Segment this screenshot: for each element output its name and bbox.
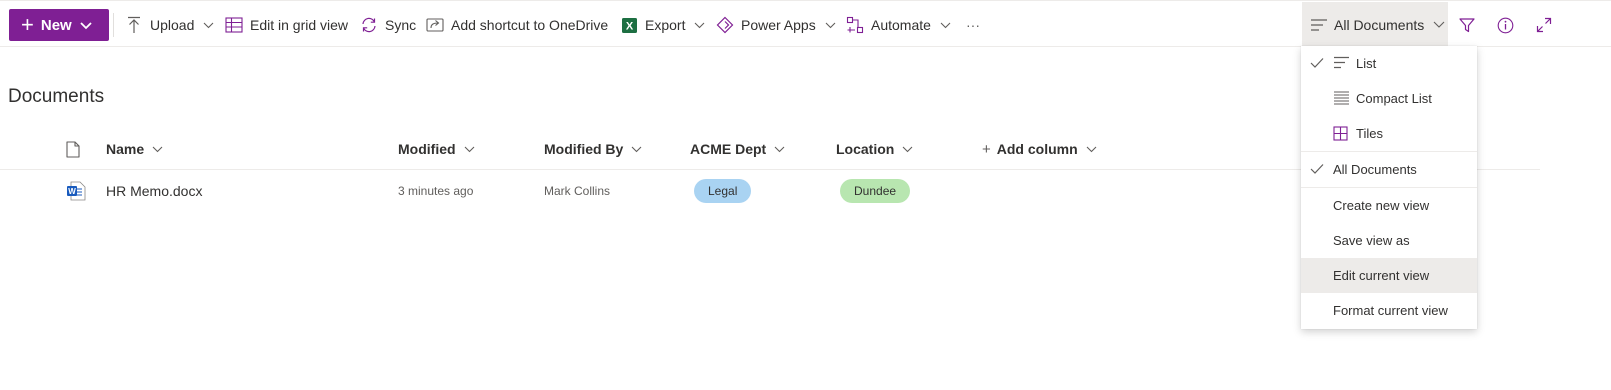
column-header-location[interactable]: Location bbox=[836, 128, 913, 170]
chevron-down-icon bbox=[464, 146, 475, 153]
menu-item-format-current-view-label: Format current view bbox=[1333, 303, 1448, 318]
column-header-modified-by[interactable]: Modified By bbox=[544, 128, 642, 170]
dept-cell: Legal bbox=[694, 171, 752, 211]
export-button[interactable]: X Export bbox=[620, 9, 705, 41]
menu-item-tiles[interactable]: Tiles bbox=[1301, 116, 1477, 151]
filter-icon bbox=[1459, 17, 1475, 33]
automate-button[interactable]: Automate bbox=[846, 9, 951, 41]
checkmark-icon bbox=[1310, 57, 1324, 69]
menu-item-list[interactable]: List bbox=[1301, 46, 1477, 81]
shortcut-icon bbox=[426, 16, 444, 34]
list-icon bbox=[1333, 56, 1350, 69]
location-pill[interactable]: Dundee bbox=[840, 179, 911, 203]
tiles-icon bbox=[1333, 126, 1348, 141]
expand-icon bbox=[1536, 17, 1552, 33]
add-column-label: Add column bbox=[996, 141, 1078, 157]
modified-value: 3 minutes ago bbox=[398, 184, 474, 198]
power-apps-button[interactable]: Power Apps bbox=[716, 9, 836, 41]
chevron-down-icon bbox=[631, 146, 642, 153]
chevron-down-icon bbox=[902, 146, 913, 153]
svg-text:W: W bbox=[68, 187, 76, 196]
powerapps-icon bbox=[716, 16, 734, 34]
file-type-header[interactable] bbox=[66, 128, 80, 170]
column-header-name[interactable]: Name bbox=[106, 128, 163, 170]
menu-item-create-new-view-label: Create new view bbox=[1333, 198, 1430, 213]
word-file-icon: W bbox=[66, 181, 86, 201]
more-options-button[interactable]: ··· bbox=[966, 9, 980, 41]
upload-icon bbox=[125, 16, 143, 34]
power-apps-label: Power Apps bbox=[741, 17, 816, 33]
column-header-modified-label: Modified bbox=[398, 141, 456, 157]
column-header-acme-dept-label: ACME Dept bbox=[690, 141, 767, 157]
checkmark-icon bbox=[1310, 163, 1324, 175]
plus-icon: + bbox=[21, 12, 34, 37]
view-options-menu: List Compact List Tiles All Documents Cr… bbox=[1301, 46, 1477, 329]
menu-item-save-view-as-label: Save view as bbox=[1333, 233, 1410, 248]
column-header-modified[interactable]: Modified bbox=[398, 128, 475, 170]
upload-label: Upload bbox=[150, 17, 195, 33]
add-shortcut-label: Add shortcut to OneDrive bbox=[451, 17, 609, 33]
command-bar: + New Upload Edit in grid view Sync Add … bbox=[0, 0, 1611, 47]
view-switcher-label: All Documents bbox=[1334, 16, 1425, 33]
menu-item-list-label: List bbox=[1356, 56, 1377, 71]
menu-item-save-view-as[interactable]: Save view as bbox=[1301, 223, 1477, 258]
svg-text:X: X bbox=[625, 20, 633, 32]
new-button[interactable]: + New bbox=[9, 9, 109, 41]
column-header-acme-dept[interactable]: ACME Dept bbox=[690, 128, 785, 170]
automate-label: Automate bbox=[871, 17, 931, 33]
edit-grid-view-button[interactable]: Edit in grid view bbox=[225, 9, 348, 41]
chevron-down-icon bbox=[774, 146, 785, 153]
column-header-location-label: Location bbox=[836, 141, 895, 157]
chevron-down-icon bbox=[825, 22, 836, 29]
document-icon bbox=[66, 140, 80, 158]
menu-item-compact-list-label: Compact List bbox=[1356, 91, 1432, 106]
menu-item-all-documents-label: All Documents bbox=[1333, 162, 1417, 177]
toolbar-divider bbox=[113, 13, 114, 37]
chevron-down-icon bbox=[203, 22, 214, 29]
new-button-label: New bbox=[40, 16, 72, 34]
export-label: Export bbox=[645, 17, 686, 33]
page-title: Documents bbox=[8, 86, 105, 107]
excel-icon: X bbox=[620, 16, 638, 34]
grid-icon bbox=[225, 16, 243, 34]
filter-button[interactable] bbox=[1451, 9, 1483, 41]
location-cell: Dundee bbox=[840, 171, 911, 211]
menu-item-tiles-label: Tiles bbox=[1356, 126, 1383, 141]
file-name-link[interactable]: HR Memo.docx bbox=[106, 171, 202, 211]
chevron-down-icon bbox=[1086, 146, 1097, 153]
add-column-button[interactable]: + Add column bbox=[982, 128, 1097, 170]
compact-list-icon bbox=[1333, 91, 1350, 105]
dept-pill[interactable]: Legal bbox=[694, 179, 752, 203]
sync-label: Sync bbox=[385, 17, 417, 33]
upload-button[interactable]: Upload bbox=[125, 9, 214, 41]
chevron-down-icon bbox=[940, 22, 951, 29]
menu-item-format-current-view[interactable]: Format current view bbox=[1301, 293, 1477, 328]
menu-item-compact-list[interactable]: Compact List bbox=[1301, 81, 1477, 116]
edit-grid-view-label: Edit in grid view bbox=[250, 17, 349, 33]
view-switcher-button[interactable]: All Documents bbox=[1302, 2, 1448, 47]
modified-by-value[interactable]: Mark Collins bbox=[544, 171, 610, 211]
expand-button[interactable] bbox=[1528, 9, 1560, 41]
column-header-name-label: Name bbox=[106, 141, 145, 157]
column-header-modified-by-label: Modified By bbox=[544, 141, 624, 157]
chevron-down-icon bbox=[1433, 21, 1445, 29]
more-icon: ··· bbox=[966, 17, 980, 33]
menu-item-create-new-view[interactable]: Create new view bbox=[1301, 188, 1477, 223]
plus-icon: + bbox=[982, 140, 991, 158]
menu-item-edit-current-view[interactable]: Edit current view bbox=[1301, 258, 1477, 293]
automate-icon bbox=[846, 16, 864, 34]
menu-item-edit-current-view-label: Edit current view bbox=[1333, 268, 1430, 283]
chevron-down-icon bbox=[80, 17, 92, 34]
chevron-down-icon bbox=[694, 22, 705, 29]
sync-button[interactable]: Sync bbox=[360, 9, 416, 41]
list-view-icon bbox=[1310, 18, 1328, 32]
file-icon-cell: W bbox=[66, 171, 86, 211]
menu-item-all-documents[interactable]: All Documents bbox=[1301, 152, 1477, 187]
chevron-down-icon bbox=[152, 146, 163, 153]
info-icon bbox=[1497, 17, 1514, 34]
info-button[interactable] bbox=[1489, 9, 1521, 41]
add-shortcut-button[interactable]: Add shortcut to OneDrive bbox=[426, 9, 608, 41]
sync-icon bbox=[360, 16, 378, 34]
